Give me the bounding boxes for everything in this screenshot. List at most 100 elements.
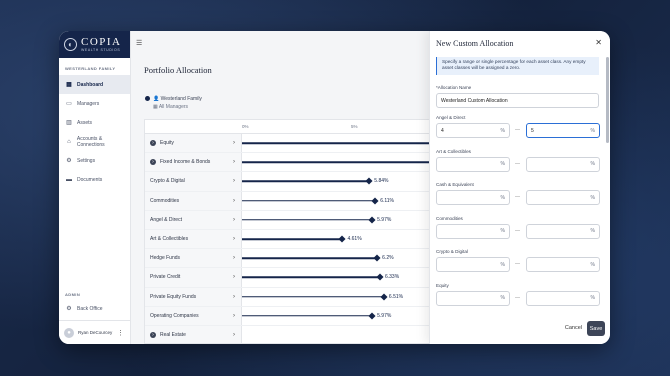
expand-icon[interactable]: › <box>150 159 156 166</box>
allocation-min-input[interactable]: % <box>436 190 510 205</box>
bar-value-label: 4.61% <box>347 236 362 243</box>
allocation-max-input[interactable]: % <box>526 156 600 172</box>
allocation-min-input[interactable]: 4% <box>436 123 510 138</box>
percent-suffix: % <box>590 194 595 201</box>
table-row[interactable]: › Equity › <box>145 134 443 154</box>
sidebar-item-managers[interactable]: ▭ Managers <box>59 94 130 113</box>
bar-value-label: 6.51% <box>388 293 404 300</box>
asset-class-label: Art & Collectibles <box>436 148 471 154</box>
row-label[interactable]: › Fixed Income & Bonds › <box>145 153 242 172</box>
table-row[interactable]: Crypto & Digital › 5.84% <box>145 172 443 192</box>
admin-section: ADMIN ⚙ Back Office <box>59 292 130 318</box>
range-separator: — <box>515 194 520 200</box>
row-label[interactable]: Private Equity Funds › <box>145 287 242 306</box>
row-label[interactable]: Operating Companies › <box>145 306 242 325</box>
allocation-max-input[interactable]: % <box>526 190 600 205</box>
bar <box>242 315 373 317</box>
bar <box>242 142 443 144</box>
bar-area: 5.97% <box>242 211 443 229</box>
chevron-right-icon[interactable]: › <box>233 274 235 280</box>
allocation-name-label: *Allocation Name <box>436 85 472 90</box>
sidebar: ◐ COPIA WEALTH STUDIOS WESTERLAND FAMILY… <box>59 31 131 344</box>
chevron-right-icon[interactable]: › <box>233 294 235 300</box>
scrollbar[interactable] <box>606 57 609 143</box>
sidebar-item-documents[interactable]: ▬ Documents <box>59 170 130 189</box>
chevron-right-icon[interactable]: › <box>233 159 235 165</box>
allocation-min-input[interactable]: % <box>436 156 510 172</box>
row-label[interactable]: Hedge Funds › <box>145 249 242 268</box>
row-label[interactable]: › Real Estate › <box>145 325 242 343</box>
collapse-sidebar-icon[interactable]: ☰ <box>136 39 142 47</box>
table-row[interactable]: Operating Companies › 5.97% <box>145 306 443 326</box>
row-label[interactable]: Private Credit › <box>145 268 242 287</box>
gear-icon: ⚙ <box>66 157 72 164</box>
bar <box>242 276 380 279</box>
table-row[interactable]: › Real Estate › <box>145 325 443 343</box>
more-vertical-icon[interactable]: ⋮ <box>117 329 124 337</box>
expand-icon[interactable]: › <box>150 140 156 147</box>
row-label[interactable]: › Equity › <box>145 134 242 153</box>
allocation-max-input[interactable]: % <box>526 290 600 306</box>
chevron-right-icon[interactable]: › <box>233 332 235 338</box>
sidebar-item-assets[interactable]: ▥ Assets <box>59 113 130 132</box>
allocation-max-input[interactable]: % <box>526 257 600 272</box>
allocation-max-input[interactable]: % <box>526 223 600 239</box>
chevron-right-icon[interactable]: › <box>233 140 235 146</box>
row-label[interactable]: Angel & Direct › <box>145 210 242 229</box>
asset-class-label: Angel & Direct <box>436 115 466 120</box>
table-row[interactable]: Private Credit › 6.33% <box>145 268 443 288</box>
chevron-right-icon[interactable]: › <box>233 178 235 184</box>
bar-value-label: 5.84% <box>374 178 389 185</box>
brand-logo[interactable]: ◐ COPIA WEALTH STUDIOS <box>59 31 130 58</box>
cancel-button[interactable]: Cancel <box>565 325 582 331</box>
allocation-min-input[interactable]: % <box>436 257 510 272</box>
row-label[interactable]: Commodities › <box>145 191 242 210</box>
user-profile[interactable]: ● Ryan DeCourcey ⋮ <box>59 320 130 344</box>
info-banner: Specify a range or single percentage for… <box>436 57 599 75</box>
chevron-right-icon[interactable]: › <box>233 255 235 261</box>
table-row[interactable]: Commodities › 6.11% <box>145 191 443 211</box>
expand-icon[interactable]: › <box>150 331 156 338</box>
bar-chart-icon: ▥ <box>66 119 72 126</box>
table-row[interactable]: Angel & Direct › 5.97% <box>145 210 443 230</box>
bar-marker <box>376 273 384 281</box>
new-allocation-panel: New Custom Allocation ✕ Specify a range … <box>429 31 610 344</box>
table-row[interactable]: Private Equity Funds › 6.51% <box>145 287 443 307</box>
allocation-name-input[interactable]: Westerland Custom Allocation <box>436 93 599 108</box>
sidebar-item-back-office[interactable]: ⚙ Back Office <box>59 299 130 318</box>
bar-marker <box>368 312 376 320</box>
allocation-table: 0% 5% › Equity › › Fixed Income & Bonds › Cryp… <box>144 119 444 344</box>
sidebar-item-accounts-connections[interactable]: ⌂ Accounts & Connections <box>59 132 130 151</box>
range-separator: — <box>515 294 520 301</box>
allocation-max-input[interactable]: 5% <box>526 123 600 138</box>
sidebar-item-settings[interactable]: ⚙ Settings <box>59 151 130 170</box>
save-button[interactable]: Save <box>587 321 605 336</box>
percent-suffix: % <box>590 295 595 301</box>
sidebar-item-dashboard[interactable]: ▦ Dashboard <box>59 75 130 94</box>
sidebar-item-label: Documents <box>77 176 103 183</box>
bar-marker <box>365 177 373 186</box>
chevron-right-icon[interactable]: › <box>233 313 235 319</box>
allocation-name-value: Westerland Custom Allocation <box>441 97 508 104</box>
allocation-min-input[interactable]: % <box>436 223 510 239</box>
category-label: Private Equity Funds <box>150 293 197 300</box>
bar-marker <box>380 293 388 301</box>
chevron-right-icon[interactable]: › <box>233 217 235 223</box>
axis-tick-label: 0% <box>242 124 249 129</box>
allocation-min-input[interactable]: % <box>436 290 510 306</box>
range-separator: — <box>515 227 520 234</box>
chevron-right-icon[interactable]: › <box>233 198 235 204</box>
close-icon[interactable]: ✕ <box>595 38 602 47</box>
folder-icon: ▬ <box>66 176 72 183</box>
row-label[interactable]: Crypto & Digital › <box>145 172 242 191</box>
table-row[interactable]: › Fixed Income & Bonds › <box>145 153 443 173</box>
category-label: Commodities <box>150 197 180 204</box>
category-label: Equity <box>160 140 174 147</box>
percent-suffix: % <box>500 194 505 201</box>
chevron-right-icon[interactable]: › <box>233 236 235 242</box>
avatar: ● <box>64 327 74 338</box>
bar-area: 5.97% <box>242 307 443 325</box>
table-row[interactable]: Art & Collectibles › 4.61% <box>145 229 443 250</box>
table-row[interactable]: Hedge Funds › 6.2% <box>145 249 443 269</box>
row-label[interactable]: Art & Collectibles › <box>145 229 242 249</box>
